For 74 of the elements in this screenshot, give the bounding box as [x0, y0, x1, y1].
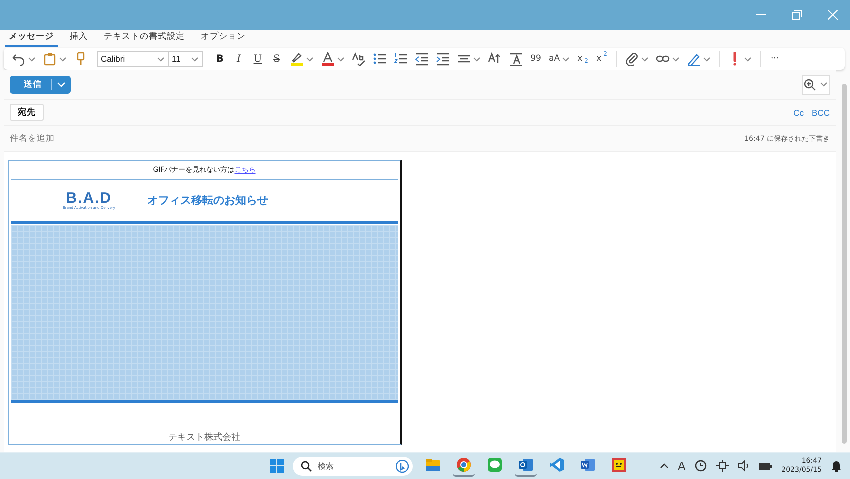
- caret-icon[interactable]: [473, 56, 481, 62]
- mail-app-icon: [518, 457, 534, 473]
- numbered-list-icon: [394, 52, 408, 66]
- battery-icon[interactable]: [758, 461, 773, 471]
- font-color-icon: [321, 52, 335, 66]
- restore-icon[interactable]: [792, 10, 802, 20]
- send-button[interactable]: 送信: [10, 76, 71, 94]
- company-name: テキスト株式会社: [168, 432, 242, 444]
- undo-icon: [12, 52, 26, 66]
- caret-icon[interactable]: [562, 56, 570, 62]
- change-case-button[interactable]: aA: [547, 50, 572, 68]
- caret-icon[interactable]: [59, 56, 67, 62]
- game-app-icon: [611, 457, 627, 473]
- caret-icon[interactable]: [28, 56, 36, 62]
- ribbon-tab[interactable]: オプション: [197, 30, 250, 46]
- caret-icon[interactable]: [306, 56, 314, 62]
- subject-field[interactable]: 件名を追加: [10, 134, 210, 144]
- highlighter-icon: [290, 52, 304, 66]
- font-color-button[interactable]: [319, 50, 347, 68]
- bcc-link[interactable]: BCC: [812, 108, 830, 118]
- more-options-button[interactable]: ···: [767, 50, 784, 68]
- attach-icon: [625, 52, 640, 66]
- subscript-button[interactable]: x$_{2}$: [575, 50, 592, 68]
- superscript-button[interactable]: x$^{2}$: [594, 50, 610, 68]
- line-spacing-icon: [488, 52, 502, 66]
- caret-icon[interactable]: [641, 56, 650, 62]
- font-dropdown[interactable]: Calibri: [97, 51, 169, 67]
- caret-icon[interactable]: [672, 56, 680, 62]
- caret-icon[interactable]: [820, 82, 828, 87]
- caret-icon[interactable]: [157, 56, 165, 62]
- caret-icon[interactable]: [744, 56, 752, 62]
- spelling-button[interactable]: [350, 50, 368, 68]
- paragraph-spacing-icon: [509, 52, 523, 66]
- browser-icon: [456, 457, 472, 473]
- quote-button[interactable]: 99: [528, 50, 544, 68]
- font-size-dropdown[interactable]: 11: [168, 51, 203, 67]
- notification-bell-icon[interactable]: [831, 460, 842, 472]
- zoom-button[interactable]: [802, 74, 830, 94]
- folder-icon: [425, 457, 441, 473]
- email-heading: オフィス移転のお知らせ: [147, 193, 268, 208]
- search-field[interactable]: 検索: [293, 456, 413, 476]
- attach-button[interactable]: [623, 50, 652, 68]
- italic-button[interactable]: I: [231, 50, 247, 68]
- close-icon[interactable]: [828, 10, 838, 20]
- strikethrough-button[interactable]: S: [269, 50, 285, 68]
- network-icon[interactable]: [716, 460, 729, 472]
- bullet-list-icon: [373, 52, 387, 66]
- search-icon: [301, 460, 312, 472]
- bold-button[interactable]: B: [212, 50, 228, 68]
- underline-button[interactable]: U: [250, 50, 266, 68]
- start-icon[interactable]: [270, 459, 284, 473]
- spelling-icon: [352, 52, 366, 66]
- search-input[interactable]: 検索: [318, 462, 390, 470]
- to-button[interactable]: 宛先: [10, 104, 44, 121]
- chevron-up-icon[interactable]: [660, 463, 670, 469]
- ribbon-tab[interactable]: テキストの書式設定: [100, 30, 189, 46]
- input-method-indicator[interactable]: A: [678, 460, 686, 472]
- caret-icon[interactable]: [703, 56, 712, 62]
- caret-icon[interactable]: [337, 56, 345, 62]
- document-app-icon: [580, 457, 596, 473]
- signature-icon: [687, 52, 702, 66]
- increase-indent-icon: [436, 52, 450, 66]
- ribbon-tab[interactable]: 挿入: [66, 30, 92, 46]
- clock-icon[interactable]: [694, 460, 707, 472]
- zoom-icon: [804, 78, 816, 90]
- speaker-icon[interactable]: [738, 460, 750, 472]
- paste-icon: [43, 52, 57, 66]
- taskbar-app[interactable]: [453, 455, 475, 477]
- cc-link[interactable]: Cc: [794, 108, 804, 118]
- scrollbar[interactable]: [842, 84, 847, 444]
- chat-icon: [487, 457, 503, 473]
- code-editor-icon: [549, 457, 565, 473]
- decrease-indent-icon: [415, 52, 429, 66]
- caret-icon[interactable]: [191, 56, 199, 62]
